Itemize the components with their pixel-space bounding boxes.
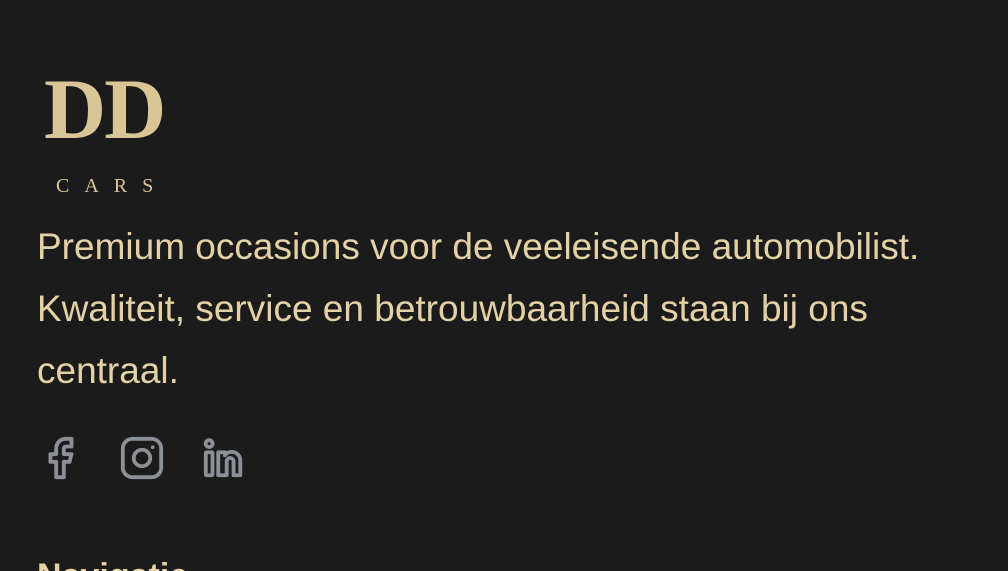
instagram-link[interactable] (118, 434, 166, 482)
instagram-icon (120, 436, 164, 480)
linkedin-icon (203, 438, 243, 478)
logo-subtitle: CARS (56, 175, 169, 197)
facebook-icon (48, 436, 74, 480)
site-footer: DD CARS Premium occasions voor de veelei… (0, 0, 1008, 571)
footer-section-heading: Navigatie (37, 556, 188, 571)
logo-mark: DD (44, 61, 166, 157)
social-links (36, 434, 248, 482)
linkedin-link[interactable] (200, 434, 248, 482)
footer-tagline: Premium occasions voor de veeleisende au… (37, 226, 920, 391)
facebook-link[interactable] (36, 434, 84, 482)
brand-logo[interactable]: DD CARS (44, 66, 194, 198)
